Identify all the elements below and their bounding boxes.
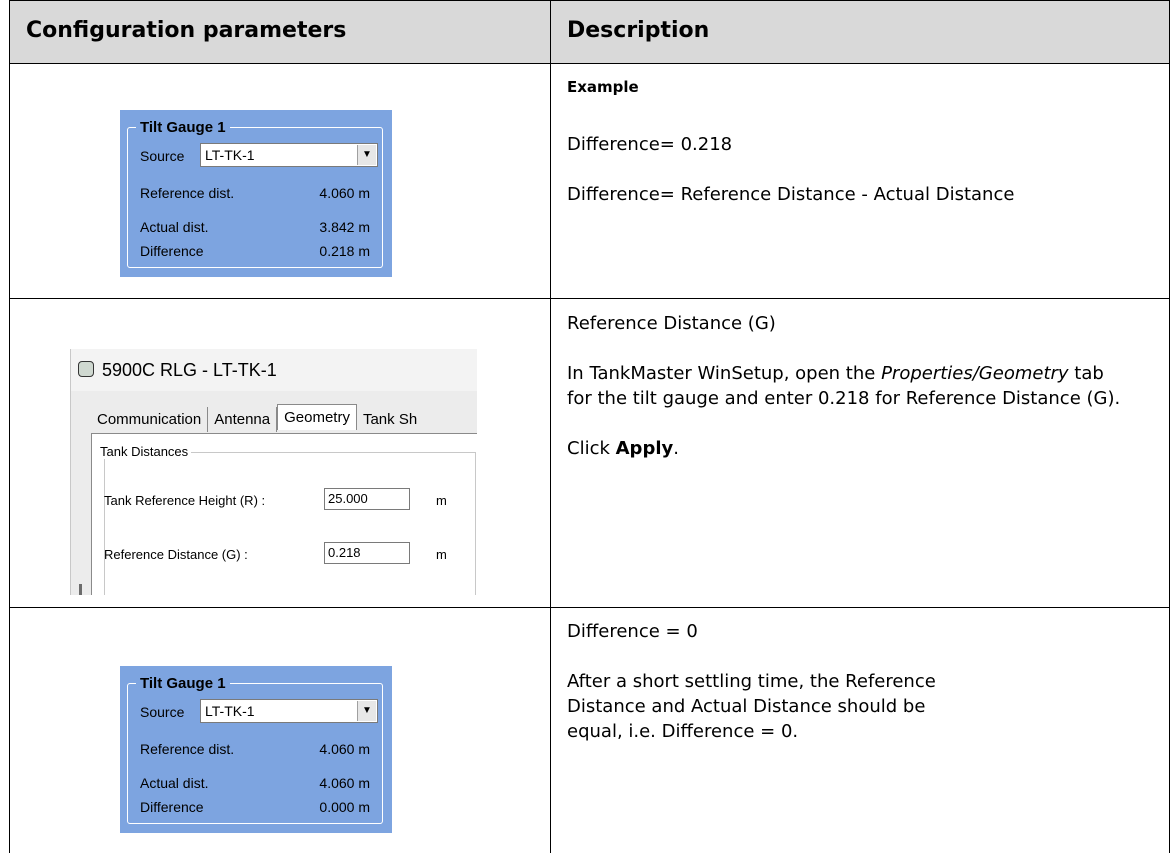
geometry-dialog: 5900C RLG - LT-TK-1 Communication Antenna… [70, 349, 477, 595]
dialog-titlebar: 5900C RLG - LT-TK-1 [71, 349, 477, 391]
apply-text: Apply [615, 438, 674, 459]
tank-icon [78, 361, 94, 377]
difference-label: Difference [140, 243, 204, 259]
row3-description: Difference = 0 After a short settling ti… [567, 619, 1127, 744]
actual-dist-label: Actual dist. [140, 219, 209, 235]
actual-dist-value: 3.842 m [319, 219, 370, 235]
row-divider-2 [9, 607, 1170, 608]
reference-dist-label: Reference dist. [140, 185, 235, 201]
source-select-value: LT-TK-1 [205, 147, 255, 163]
header-divider [550, 0, 551, 64]
reference-distance-instruction: In TankMaster WinSetup, open the Propert… [567, 361, 1127, 411]
header-config-parameters: Configuration parameters [26, 18, 347, 43]
reference-dist-label: Reference dist. [140, 741, 235, 757]
tab-communication[interactable]: Communication [91, 407, 209, 432]
row-divider-1 [9, 298, 1170, 299]
apply-instruction: Click Apply. [567, 436, 1127, 461]
actual-dist-value: 4.060 m [319, 775, 370, 791]
dialog-title: 5900C RLG - LT-TK-1 [102, 360, 277, 380]
period-text: . [673, 438, 679, 459]
tank-reference-height-label: Tank Reference Height (R) : [104, 493, 266, 508]
reference-dist-value: 4.060 m [319, 185, 370, 201]
difference-label: Difference [140, 799, 204, 815]
chevron-down-icon[interactable]: ▼ [357, 701, 376, 721]
source-label: Source [140, 704, 185, 720]
source-label: Source [140, 148, 185, 164]
settling-time-text: After a short settling time, the Referen… [567, 671, 936, 742]
source-select-value: LT-TK-1 [205, 703, 255, 719]
row2-description: Reference Distance (G) In TankMaster Win… [567, 311, 1127, 461]
chevron-down-icon[interactable]: ▼ [357, 145, 376, 165]
difference-value-text: Difference= 0.218 [567, 134, 733, 155]
table-column-divider [550, 64, 551, 853]
header-description: Description [567, 18, 710, 43]
instruction-text-pre: In TankMaster WinSetup, open the [567, 363, 882, 384]
row1-description: Example Difference= 0.218 Difference= Re… [567, 75, 1014, 207]
source-select[interactable]: LT-TK-1 ▼ [200, 143, 378, 167]
tank-reference-height-input[interactable]: 25.000 [324, 488, 410, 510]
tank-distances-group [104, 452, 476, 595]
example-heading: Example [567, 78, 639, 96]
tab-tank-shape[interactable]: Tank Sh [357, 407, 423, 432]
tab-geometry[interactable]: Geometry [277, 404, 357, 430]
actual-dist-label: Actual dist. [140, 775, 209, 791]
tank-distances-title: Tank Distances [97, 444, 192, 459]
table-left-border [9, 64, 10, 853]
tilt-gauge-title: Tilt Gauge 1 [136, 119, 230, 136]
tab-antenna[interactable]: Antenna [208, 407, 278, 432]
table-right-border [1169, 64, 1170, 853]
reference-distance-unit: m [436, 547, 447, 562]
properties-geometry-text: Properties/Geometry [881, 363, 1069, 384]
reference-distance-input[interactable]: 0.218 [324, 542, 410, 564]
reference-distance-heading: Reference Distance (G) [567, 313, 776, 334]
tilt-gauge-panel-after: Tilt Gauge 1 Source LT-TK-1 ▼ Reference … [120, 666, 392, 833]
dialog-tabs: Communication Antenna Geometry Tank Sh [91, 404, 423, 434]
scroll-edge [79, 584, 82, 595]
table-header: Configuration parameters Description [9, 0, 1170, 64]
reference-distance-label: Reference Distance (G) : [104, 547, 248, 562]
difference-value: 0.000 m [319, 799, 370, 815]
tank-reference-height-unit: m [436, 493, 447, 508]
difference-formula-text: Difference= Reference Distance - Actual … [567, 184, 1015, 205]
tilt-gauge-panel-before: Tilt Gauge 1 Source LT-TK-1 ▼ Reference … [120, 110, 392, 277]
difference-value: 0.218 m [319, 243, 370, 259]
source-select[interactable]: LT-TK-1 ▼ [200, 699, 378, 723]
difference-zero-heading: Difference = 0 [567, 621, 698, 642]
reference-dist-value: 4.060 m [319, 741, 370, 757]
config-table: Configuration parameters Description Til… [9, 0, 1173, 853]
click-text: Click [567, 438, 616, 459]
tilt-gauge-title: Tilt Gauge 1 [136, 675, 230, 692]
